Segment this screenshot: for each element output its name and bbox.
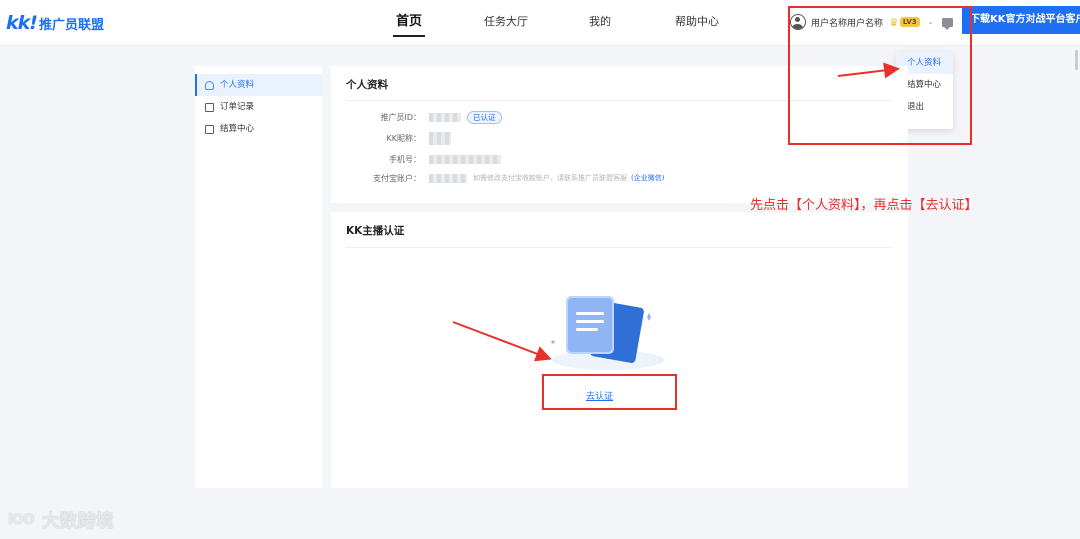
sidebar-item-orders[interactable]: 订单记录 (195, 96, 322, 118)
logo-mark: kk! (6, 12, 38, 34)
sidebar-item-profile[interactable]: 个人资料 (195, 74, 322, 96)
nav-task-hall[interactable]: 任务大厅 (484, 0, 528, 46)
logo[interactable]: kk! 推广员联盟 (6, 12, 104, 34)
redacted-value (429, 173, 467, 183)
field-label: KK昵称： (386, 133, 422, 143)
nav-mine[interactable]: 我的 (589, 0, 611, 46)
verified-badge: 已认证 (467, 110, 502, 124)
logo-text: 推广员联盟 (38, 18, 104, 33)
nav-help-center[interactable]: 帮助中心 (675, 0, 719, 46)
person-icon (205, 80, 214, 90)
field-kk-nickname: KK昵称： (311, 131, 451, 145)
divider (346, 247, 893, 248)
sidebar: 个人资料 订单记录 结算中心 (195, 66, 322, 488)
field-label: 推广员ID： (380, 112, 421, 122)
annotation-box-go-verify (542, 374, 677, 410)
annotation-box-user-menu (788, 6, 972, 145)
field-phone: 手机号： (311, 152, 501, 166)
watermark-text: 大数跨境 (41, 511, 114, 532)
sidebar-item-label: 个人资料 (220, 80, 255, 90)
redacted-value (429, 131, 451, 145)
wallet-icon (205, 124, 214, 134)
sidebar-item-settlement[interactable]: 结算中心 (195, 118, 322, 140)
watermark-logo: lOO (8, 512, 35, 528)
document-illustration-icon (551, 296, 664, 370)
alipay-hint: 如需修改支付宝收款账户，请联系推广员联盟客服 (473, 174, 627, 182)
sidebar-item-label: 结算中心 (220, 124, 255, 134)
wechat-work-link[interactable]: (企业微信) (631, 173, 664, 183)
sidebar-item-label: 订单记录 (220, 102, 255, 112)
field-alipay: 支付宝账户： 如需修改支付宝收款账户，请联系推广员联盟客服 (企业微信) (311, 171, 664, 185)
field-promoter-id: 推广员ID： 已认证 (311, 110, 502, 124)
redacted-value (429, 154, 501, 164)
profile-title: 个人资料 (346, 79, 388, 91)
download-client-button[interactable]: 下载KK官方对战平台客户端 (962, 6, 1080, 34)
redacted-value (429, 112, 461, 122)
field-label: 支付宝账户： (373, 173, 421, 183)
verification-title: KK主播认证 (346, 225, 405, 237)
watermark: lOO 大数跨境 (8, 507, 114, 533)
verification-panel: KK主播认证 去认证 (331, 212, 908, 488)
scrollbar[interactable] (1075, 50, 1078, 70)
nav-home[interactable]: 首页 (383, 0, 435, 46)
document-icon (205, 102, 214, 112)
field-label: 手机号： (389, 154, 421, 164)
annotation-instruction: 先点击【个人资料】，再点击【去认证】 (750, 198, 978, 213)
